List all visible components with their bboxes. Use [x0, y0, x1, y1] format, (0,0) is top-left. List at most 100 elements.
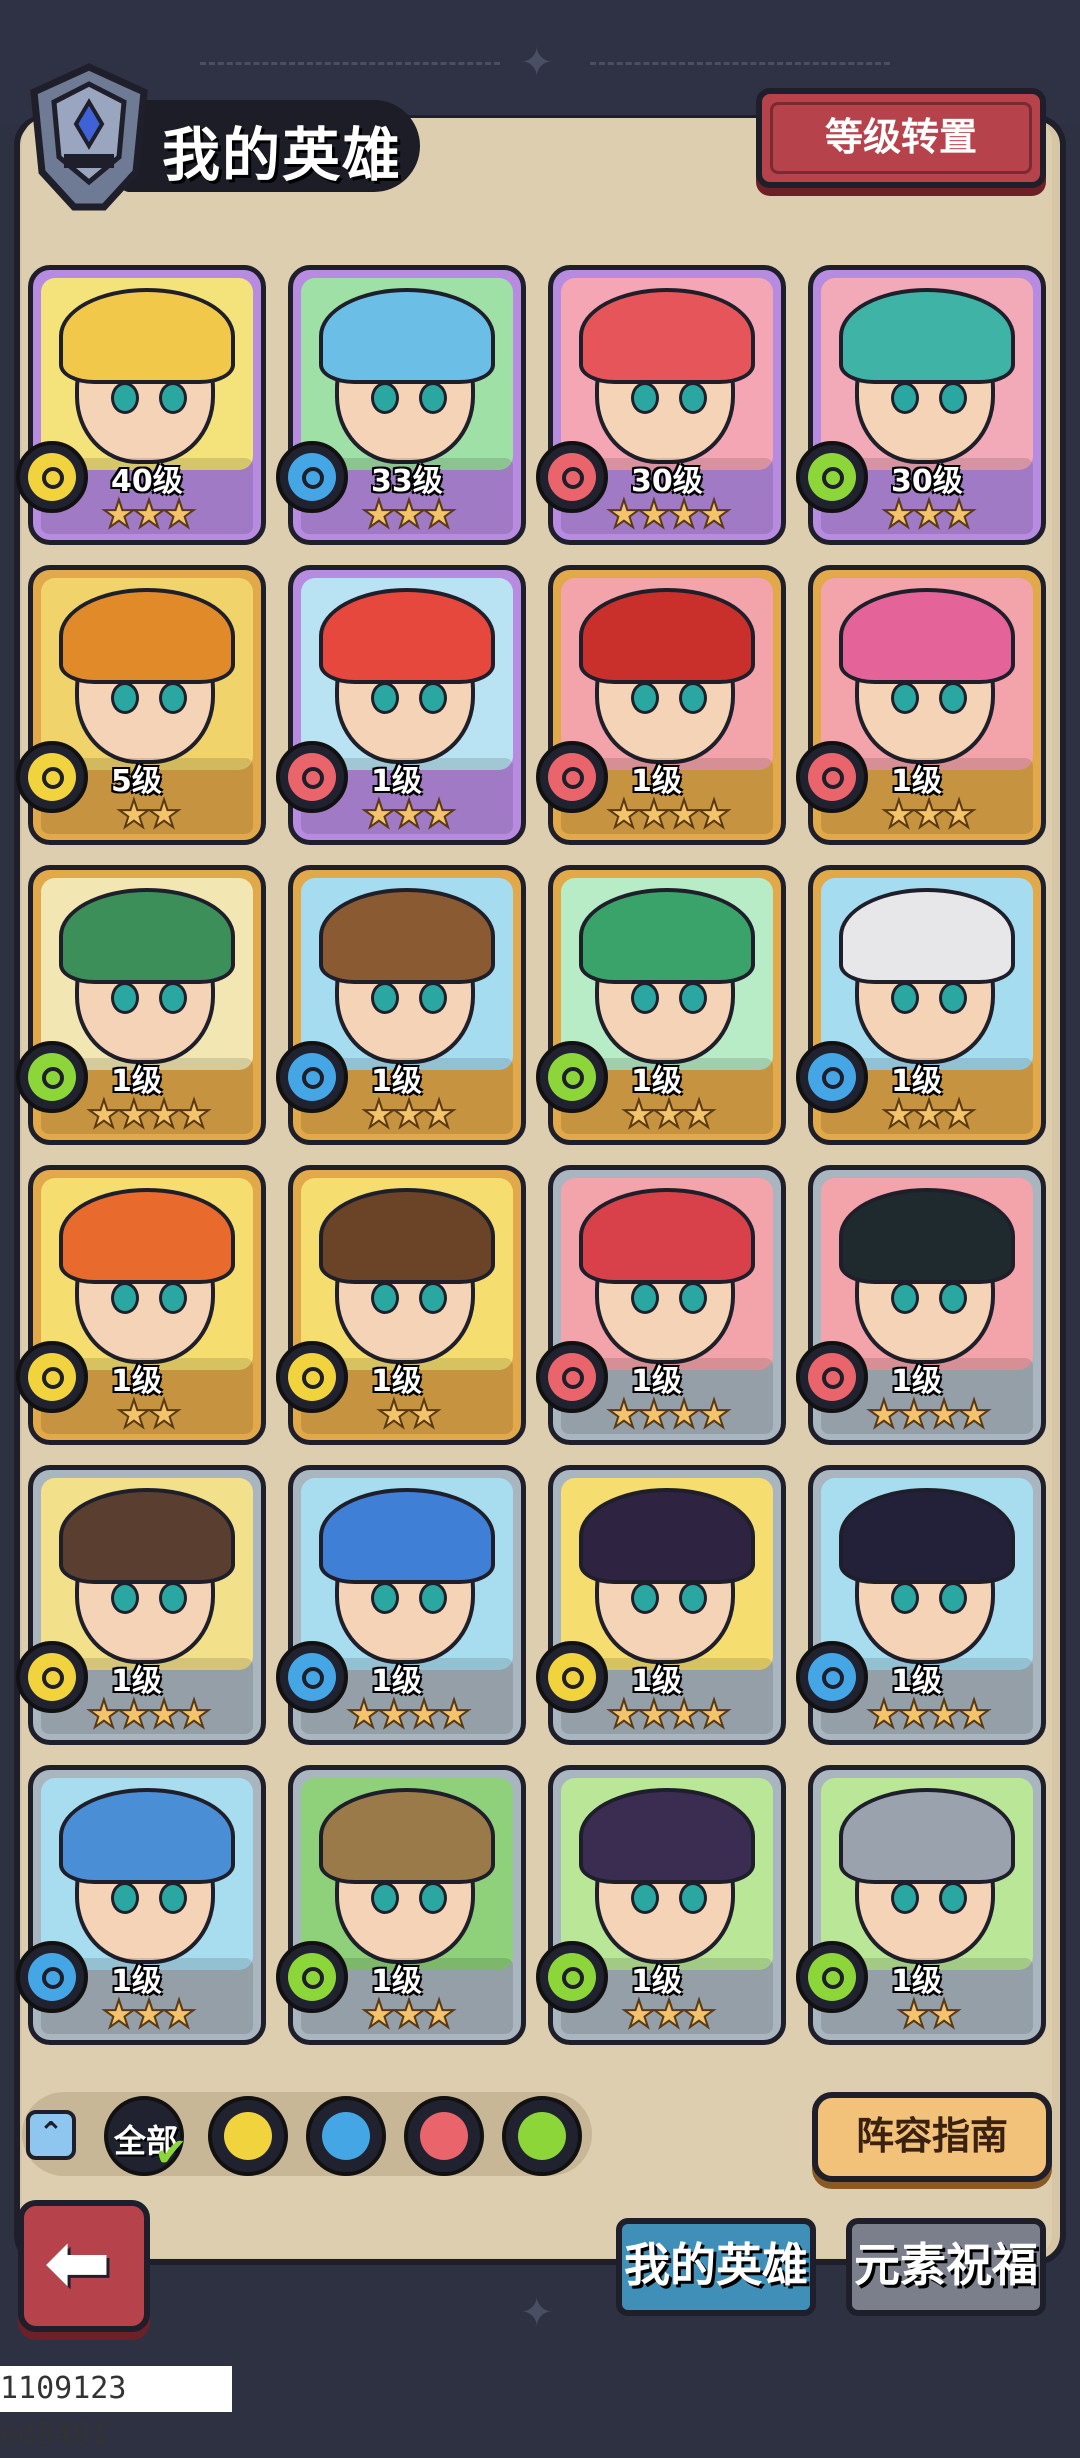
hero-eye	[891, 682, 919, 714]
water-element-icon	[276, 1041, 348, 1113]
nature-element-icon	[518, 2112, 566, 2160]
hero-portrait	[41, 1178, 253, 1370]
hero-hair	[579, 888, 755, 984]
hero-eye	[631, 1582, 659, 1614]
tab-my-heroes[interactable]: 我的英雄	[616, 2218, 816, 2316]
fire-element-icon	[536, 441, 608, 513]
hero-portrait	[561, 1778, 773, 1970]
nature-element-icon	[536, 1941, 608, 2013]
water-element-icon	[322, 2112, 370, 2160]
hero-eye	[891, 1282, 919, 1314]
hero-hair	[579, 1788, 755, 1884]
hero-portrait	[41, 878, 253, 1070]
hero-portrait	[301, 1778, 513, 1970]
star-ornament-icon: ✦	[520, 40, 554, 86]
fire-element-icon	[796, 741, 868, 813]
nature-element-icon	[276, 1941, 348, 2013]
water-element-icon	[796, 1641, 868, 1713]
tab-my-heroes-label: 我的英雄	[624, 2238, 808, 2292]
hero-hair	[579, 1488, 755, 1584]
build-id: 1109123 ed8481	[0, 2366, 232, 2452]
hero-hair	[59, 1188, 235, 1284]
hero-eye	[111, 1282, 139, 1314]
chevron-up-icon[interactable]: ⌃	[26, 2110, 76, 2160]
hero-hair	[839, 1488, 1015, 1584]
hero-hair	[319, 1188, 495, 1284]
hero-hair	[579, 288, 755, 384]
hero-hair	[839, 588, 1015, 684]
lineup-guide-button[interactable]: 阵容指南	[812, 2092, 1052, 2182]
wind-element-icon	[16, 741, 88, 813]
hero-eye	[679, 1882, 707, 1914]
divider	[200, 62, 500, 69]
hero-eye	[419, 1282, 447, 1314]
hero-eye	[159, 982, 187, 1014]
filter-wind-button[interactable]	[208, 2096, 288, 2176]
hero-hair	[59, 1788, 235, 1884]
back-button[interactable]: ⬅	[18, 2200, 150, 2332]
hero-eye	[939, 1582, 967, 1614]
hero-eye	[419, 682, 447, 714]
hero-eye	[159, 1882, 187, 1914]
level-transfer-button[interactable]: 等级转置	[756, 88, 1046, 188]
filter-water-button[interactable]	[306, 2096, 386, 2176]
divider	[590, 62, 890, 69]
hero-hair	[579, 588, 755, 684]
hero-eye	[419, 1582, 447, 1614]
helmet-icon	[30, 63, 148, 211]
wind-element-icon	[536, 1641, 608, 1713]
hero-hair	[319, 588, 495, 684]
filter-fire-button[interactable]	[404, 2096, 484, 2176]
hero-eye	[111, 982, 139, 1014]
filter-all-button[interactable]: 全部 ✔	[104, 2096, 188, 2176]
hero-hair	[839, 888, 1015, 984]
hero-eye	[631, 1882, 659, 1914]
hero-eye	[939, 982, 967, 1014]
tab-element-blessing-label: 元素祝福	[854, 2238, 1038, 2292]
hero-eye	[111, 1882, 139, 1914]
hero-eye	[371, 382, 399, 414]
level-transfer-label: 等级转置	[824, 115, 977, 159]
hero-hair	[839, 288, 1015, 384]
hero-portrait	[41, 578, 253, 770]
tab-element-blessing[interactable]: 元素祝福	[846, 2218, 1046, 2316]
hero-hair	[319, 288, 495, 384]
hero-portrait	[821, 1778, 1033, 1970]
filter-nature-button[interactable]	[502, 2096, 582, 2176]
wind-element-icon	[16, 441, 88, 513]
fire-element-icon	[536, 741, 608, 813]
hero-eye	[419, 1882, 447, 1914]
hero-eye	[371, 682, 399, 714]
hero-portrait	[301, 1178, 513, 1370]
water-element-icon	[276, 441, 348, 513]
hero-portrait	[561, 278, 773, 470]
hero-eye	[891, 982, 919, 1014]
hero-hair	[839, 1188, 1015, 1284]
nature-element-icon	[16, 1041, 88, 1113]
back-arrow-icon: ⬅	[44, 2216, 112, 2309]
hero-hair	[839, 1788, 1015, 1884]
hero-eye	[371, 1282, 399, 1314]
hero-eye	[419, 382, 447, 414]
hero-eye	[679, 1282, 707, 1314]
hero-portrait	[821, 578, 1033, 770]
hero-hair	[319, 1488, 495, 1584]
hero-portrait	[561, 878, 773, 1070]
nature-element-icon	[796, 1941, 868, 2013]
hero-eye	[939, 1882, 967, 1914]
nature-element-icon	[796, 441, 868, 513]
hero-eye	[939, 382, 967, 414]
hero-hair	[59, 888, 235, 984]
hero-portrait	[301, 1478, 513, 1670]
fire-element-icon	[796, 1341, 868, 1413]
nature-element-icon	[536, 1041, 608, 1113]
hero-eye	[679, 982, 707, 1014]
hero-eye	[159, 382, 187, 414]
wind-element-icon	[276, 1341, 348, 1413]
water-element-icon	[796, 1041, 868, 1113]
hero-eye	[371, 982, 399, 1014]
hero-eye	[159, 1282, 187, 1314]
hero-portrait	[41, 278, 253, 470]
hero-eye	[371, 1882, 399, 1914]
water-element-icon	[276, 1641, 348, 1713]
